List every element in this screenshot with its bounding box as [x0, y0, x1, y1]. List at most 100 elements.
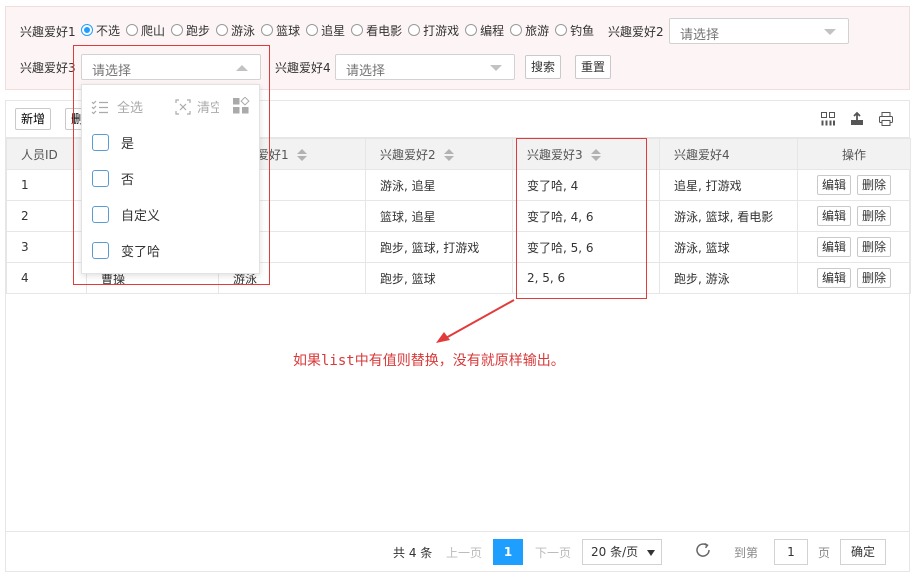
hobby2-placeholder: 请选择	[680, 28, 720, 43]
hobby4-label: 兴趣爱好4	[275, 61, 331, 75]
annotation-arrow-icon	[436, 299, 515, 343]
dropdown-option-yes[interactable]: 是	[92, 133, 134, 152]
pager-next[interactable]: 下一页	[535, 544, 571, 561]
checkbox-icon	[92, 134, 109, 151]
hobby3-select[interactable]: 请选择	[81, 54, 261, 80]
page-size-select[interactable]: 20 条/页	[582, 539, 662, 565]
radio-option-none[interactable]: 不选	[81, 22, 120, 39]
chevron-down-icon	[824, 29, 836, 35]
header-actions: 操作	[797, 138, 911, 170]
radio-option-star-chasing[interactable]: 追星	[306, 22, 345, 39]
radio-option-travel[interactable]: 旅游	[510, 22, 549, 39]
radio-icon	[216, 24, 229, 36]
search-button[interactable]: 搜索	[525, 55, 561, 79]
cell-id: 3	[6, 231, 87, 263]
pagination: 共 4 条 上一页 1 下一页 20 条/页 到第 1 页 确定	[6, 531, 909, 571]
cell-hobby4: 追星, 打游戏	[659, 169, 798, 201]
print-icon[interactable]	[878, 111, 894, 127]
add-button[interactable]: 新增	[15, 108, 51, 130]
radio-icon	[408, 24, 421, 36]
header-person-id[interactable]: 人员ID	[6, 138, 87, 170]
cell-hobby2: 游泳, 追星	[365, 169, 513, 201]
cell-hobby3: 变了哈, 4, 6	[512, 200, 660, 232]
cell-id: 4	[6, 262, 87, 294]
list-check-icon	[91, 100, 108, 114]
radio-option-coding[interactable]: 编程	[465, 22, 504, 39]
sort-icon[interactable]	[590, 149, 601, 161]
dropdown-toolbar: 全选 清空	[82, 85, 259, 125]
radio-option-running[interactable]: 跑步	[171, 22, 210, 39]
invert-selection-icon[interactable]	[232, 97, 250, 115]
radio-checked-icon	[81, 24, 93, 36]
radio-option-fishing[interactable]: 钓鱼	[555, 22, 594, 39]
radio-option-swimming[interactable]: 游泳	[216, 22, 255, 39]
header-hobby2[interactable]: 兴趣爱好2	[365, 138, 513, 170]
pager-confirm-button[interactable]: 确定	[840, 539, 886, 565]
select-all-tool[interactable]: 全选	[91, 97, 143, 116]
radio-icon	[465, 24, 478, 36]
cell-actions: 编辑 删除	[797, 231, 911, 263]
checkbox-icon	[92, 170, 109, 187]
radio-option-climbing[interactable]: 爬山	[126, 22, 165, 39]
radio-icon	[351, 24, 364, 36]
delete-button[interactable]: 删除	[857, 175, 892, 195]
edit-button[interactable]: 编辑	[816, 206, 851, 226]
refresh-icon[interactable]	[694, 541, 712, 562]
cell-actions: 编辑 删除	[797, 200, 911, 232]
radio-icon	[126, 24, 139, 36]
pager-total: 共 4 条	[393, 546, 433, 560]
edit-button[interactable]: 编辑	[816, 268, 851, 288]
hobby2-select[interactable]: 请选择	[669, 18, 849, 44]
header-hobby4[interactable]: 兴趣爱好4	[659, 138, 798, 170]
columns-icon[interactable]	[820, 111, 836, 127]
cell-hobby3: 变了哈, 4	[512, 169, 660, 201]
checkbox-icon	[92, 242, 109, 259]
dropdown-option-changed[interactable]: 变了哈	[92, 241, 160, 260]
cell-hobby2: 跑步, 篮球	[365, 262, 513, 294]
cell-hobby4: 游泳, 篮球, 看电影	[659, 200, 798, 232]
reset-button[interactable]: 重置	[575, 55, 611, 79]
clear-tool[interactable]: 清空	[175, 97, 219, 116]
hobby4-select[interactable]: 请选择	[335, 54, 515, 80]
edit-button[interactable]: 编辑	[816, 237, 851, 257]
radio-icon	[510, 24, 523, 36]
hobby3-label: 兴趣爱好3	[20, 61, 76, 75]
hobby3-dropdown-panel: 全选 清空 是 否 自定义 变了哈	[81, 84, 260, 274]
dropdown-option-no[interactable]: 否	[92, 169, 134, 188]
caret-down-icon	[647, 550, 655, 556]
hobby3-placeholder: 请选择	[92, 64, 132, 79]
annotation-text: 如果list中有值则替换，没有就原样输出。	[293, 353, 565, 369]
delete-button[interactable]: 删除	[857, 206, 892, 226]
radio-option-basketball[interactable]: 篮球	[261, 22, 300, 39]
cell-hobby4: 跑步, 游泳	[659, 262, 798, 294]
delete-button[interactable]: 删除	[857, 268, 892, 288]
cell-actions: 编辑 删除	[797, 169, 911, 201]
radio-icon	[555, 24, 568, 36]
export-icon[interactable]	[849, 111, 865, 127]
pager-page-unit: 页	[818, 546, 831, 560]
pager-prev[interactable]: 上一页	[446, 544, 482, 561]
radio-icon	[306, 24, 319, 36]
pager-current-page[interactable]: 1	[493, 539, 523, 565]
header-hobby3[interactable]: 兴趣爱好3	[512, 138, 660, 170]
hobby1-radio-group: 不选 爬山 跑步 游泳 篮球 追星 看电影 打游戏 编程 旅游 钓鱼	[81, 21, 600, 39]
cell-hobby2: 篮球, 追星	[365, 200, 513, 232]
hobby4-placeholder: 请选择	[346, 64, 386, 79]
delete-button[interactable]: 删除	[857, 237, 892, 257]
clear-icon	[175, 98, 191, 115]
radio-option-movies[interactable]: 看电影	[351, 22, 402, 39]
cell-id: 2	[6, 200, 87, 232]
radio-option-gaming[interactable]: 打游戏	[408, 22, 459, 39]
hobby1-label: 兴趣爱好1	[20, 25, 76, 39]
dropdown-option-custom[interactable]: 自定义	[92, 205, 160, 224]
cell-hobby4: 游泳, 篮球	[659, 231, 798, 263]
pager-goto-input[interactable]: 1	[774, 539, 808, 565]
sort-icon[interactable]	[443, 149, 454, 161]
sort-icon[interactable]	[296, 149, 307, 161]
cell-hobby2: 跑步, 篮球, 打游戏	[365, 231, 513, 263]
cell-hobby3: 变了哈, 5, 6	[512, 231, 660, 263]
radio-icon	[171, 24, 184, 36]
radio-icon	[261, 24, 274, 36]
edit-button[interactable]: 编辑	[816, 175, 851, 195]
chevron-down-icon	[490, 65, 502, 71]
